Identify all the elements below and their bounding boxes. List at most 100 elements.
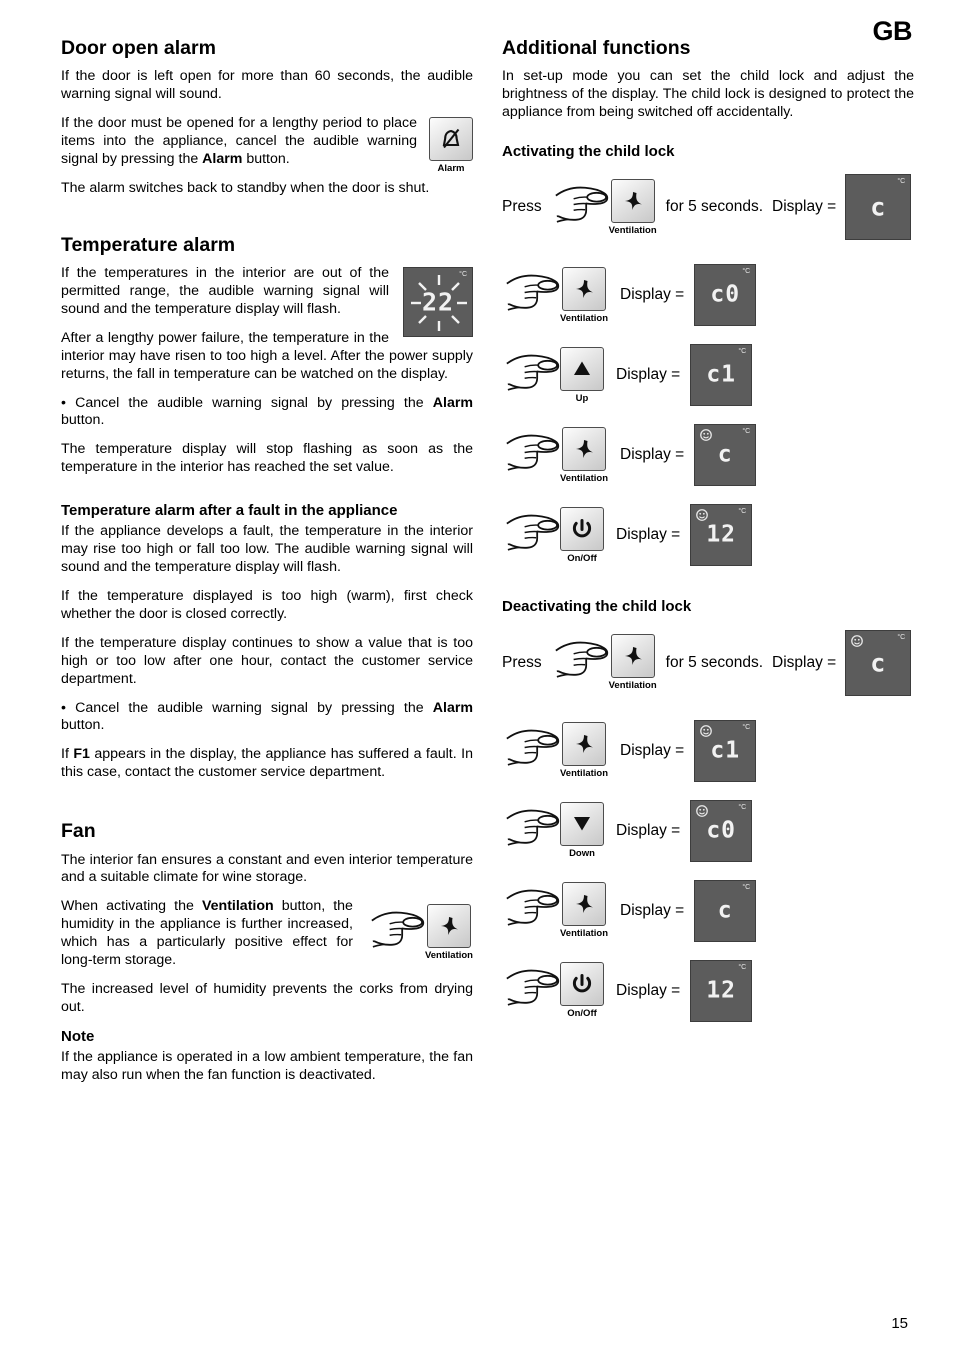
lcd-value: 12 xyxy=(706,977,737,1004)
press-button[interactable]: Down xyxy=(502,802,606,859)
deactivating-heading: Deactivating the child lock xyxy=(502,598,692,616)
deactivating-step-3: Ventilation Display = °C c xyxy=(502,878,914,944)
fan-p2-bold: Ventilation xyxy=(201,898,274,915)
door-alarm-paragraph-3: The alarm switches back to standby when … xyxy=(61,179,430,196)
lcd-value: c1 xyxy=(706,361,737,388)
press-ventilation-5s[interactable]: Ventilation xyxy=(551,634,657,691)
press-ventilation-5s[interactable]: Ventilation xyxy=(551,179,657,236)
lcd-step: °C c1 xyxy=(690,344,753,407)
step-button-key[interactable] xyxy=(562,427,607,472)
pointing-hand-icon xyxy=(505,274,560,311)
lcd-degree-unit: °C xyxy=(742,883,751,891)
alarm-button[interactable]: Alarm xyxy=(429,117,473,174)
step-button[interactable]: Down xyxy=(560,802,604,859)
step-button-key[interactable] xyxy=(562,267,607,312)
fan-p2-a: When activating the xyxy=(61,898,202,915)
lcd-degree-unit: °C xyxy=(738,963,747,971)
additional-functions-intro: In set-up mode you can set the child loc… xyxy=(502,68,914,121)
press-ventilation[interactable]: Ventilation xyxy=(367,904,473,961)
right-column: Additional functions In set-up mode you … xyxy=(502,37,914,1038)
lcd-value: c xyxy=(870,192,887,222)
pointing-hand-icon xyxy=(505,354,560,391)
press-button[interactable]: Ventilation xyxy=(502,427,610,484)
activating-step-2: Up Display = °C c1 xyxy=(502,342,914,408)
lcd-degree-unit: °C xyxy=(897,178,906,186)
ventilation-button-illustration[interactable]: Ventilation xyxy=(367,904,473,961)
step-button[interactable]: Ventilation xyxy=(560,722,608,779)
press-button[interactable]: Ventilation xyxy=(502,267,610,324)
lcd-value: c0 xyxy=(710,281,741,308)
ventilation-button-label: Ventilation xyxy=(608,225,657,237)
pointing-hand-icon xyxy=(505,514,560,551)
step-button-label: Up xyxy=(575,393,589,405)
fan-icon xyxy=(576,280,594,299)
alarm-button-key[interactable] xyxy=(429,117,473,162)
step-button-key[interactable] xyxy=(560,962,604,1007)
press-button[interactable]: Ventilation xyxy=(502,722,610,779)
lcd-degree-unit: °C xyxy=(742,723,751,731)
lcd-degree-unit: °C xyxy=(738,348,747,356)
press-button[interactable]: Ventilation xyxy=(502,882,610,939)
temperature-alarm-heading: Temperature alarm xyxy=(61,233,236,256)
step-button-label: Ventilation xyxy=(560,473,609,485)
deactivating-step-4: On/Off Display = °C 12 xyxy=(502,958,914,1024)
pointing-hand-icon xyxy=(505,890,560,927)
section-fault-alarm: Temperature alarm after a fault in the a… xyxy=(61,502,473,782)
press-button[interactable]: On/Off xyxy=(502,507,606,564)
ventilation-button[interactable]: Ventilation xyxy=(609,179,657,236)
step-button-label: Down xyxy=(569,848,595,860)
child-lock-icon xyxy=(700,429,713,442)
step-button[interactable]: Ventilation xyxy=(560,882,608,939)
step-display-eq: Display = xyxy=(620,741,685,759)
step-button[interactable]: Ventilation xyxy=(560,427,608,484)
fault-alarm-bullet: • Cancel the audible warning signal by p… xyxy=(61,700,473,736)
activating-heading: Activating the child lock xyxy=(502,143,675,161)
alarm-off-icon xyxy=(442,128,460,149)
step-button-key[interactable] xyxy=(562,882,607,927)
ventilation-button-key[interactable] xyxy=(610,634,655,679)
deactivating-press-prefix: Press xyxy=(502,653,542,671)
step-button[interactable]: On/Off xyxy=(560,962,604,1019)
fault-alarm-heading: Temperature alarm after a fault in the a… xyxy=(61,502,398,520)
temperature-alarm-paragraph-3: The temperature display will stop flashi… xyxy=(61,441,473,476)
page-number: 15 xyxy=(891,1315,908,1332)
section-temperature-alarm: Temperature alarm °C 22 If the temperatu… xyxy=(61,233,473,477)
press-button[interactable]: Up xyxy=(502,347,606,404)
step-button-key[interactable] xyxy=(560,347,604,392)
deactivating-display-eq: Display = xyxy=(772,653,837,671)
ventilation-button[interactable]: Ventilation xyxy=(425,904,473,961)
step-button[interactable]: On/Off xyxy=(560,507,604,564)
pointing-hand-icon xyxy=(505,970,560,1007)
door-alarm-p2-bold: Alarm xyxy=(202,151,243,167)
step-button-key[interactable] xyxy=(560,507,604,552)
press-button[interactable]: On/Off xyxy=(502,962,606,1019)
step-button-key[interactable] xyxy=(562,722,607,767)
step-button-label: On/Off xyxy=(567,553,597,565)
fan-paragraph-1: The interior fan ensures a constant and … xyxy=(61,851,473,886)
lcd-step: °C c xyxy=(694,424,757,487)
lcd-step: °C 12 xyxy=(690,504,753,567)
lcd-degree-unit: °C xyxy=(742,428,751,436)
deactivating-steps: Ventilation Display = °C c1 Down Display… xyxy=(502,718,914,1024)
ventilation-button-key[interactable] xyxy=(610,179,655,224)
alarm-button-label: Alarm xyxy=(437,163,465,175)
ventilation-button[interactable]: Ventilation xyxy=(609,634,657,691)
lcd-degree-unit: °C xyxy=(742,268,751,276)
lcd-degree-unit: °C xyxy=(738,508,747,516)
child-lock-icon xyxy=(700,724,713,737)
step-button-key[interactable] xyxy=(560,802,604,847)
pointing-hand-icon xyxy=(554,186,608,223)
left-column: Door open alarm If the door is left open… xyxy=(61,37,473,1085)
step-button[interactable]: Up xyxy=(560,347,604,404)
lcd-value: c xyxy=(870,648,887,678)
pointing-hand-icon xyxy=(505,434,560,471)
arrow-down-icon xyxy=(574,817,590,831)
fan-icon xyxy=(576,735,594,754)
step-button[interactable]: Ventilation xyxy=(560,267,608,324)
lcd-value: c0 xyxy=(706,817,737,844)
ventilation-button-key[interactable] xyxy=(426,904,471,949)
step-button-label: Ventilation xyxy=(560,313,609,325)
temperature-alarm-bullet-b: button. xyxy=(61,412,105,429)
